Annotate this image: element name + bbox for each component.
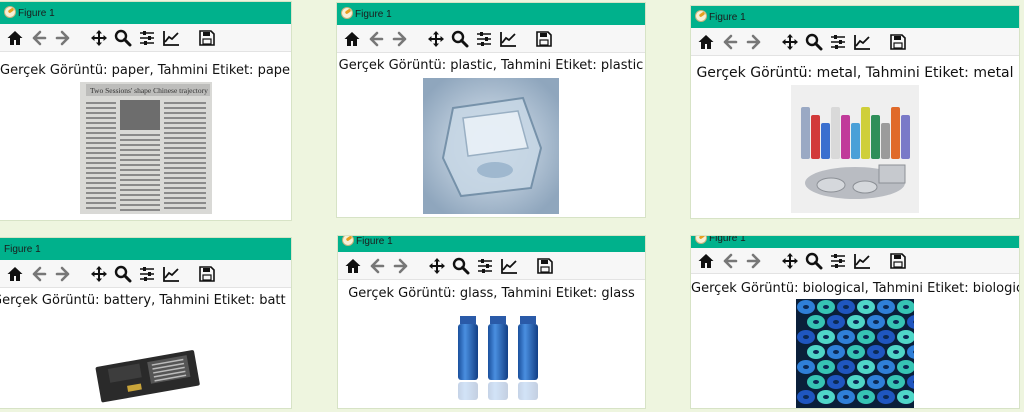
matplotlib-logo-icon bbox=[695, 236, 707, 244]
figure-caption: Gerçek Görüntü: metal, Tahmini Etiket: m… bbox=[696, 65, 1014, 81]
zoom-icon[interactable] bbox=[805, 252, 823, 270]
figure-window-5: Figure 1 Gerçek Görüntü: glass, Tahmini … bbox=[338, 236, 645, 408]
pan-icon[interactable] bbox=[90, 29, 108, 47]
window-title: Figure 1 bbox=[356, 236, 393, 247]
configure-subplots-icon[interactable] bbox=[138, 29, 156, 47]
forward-icon[interactable] bbox=[392, 257, 410, 275]
pan-icon[interactable] bbox=[427, 30, 445, 48]
window-title: Figure 1 bbox=[18, 7, 55, 19]
configure-subplots-icon[interactable] bbox=[829, 33, 847, 51]
edit-axis-icon[interactable] bbox=[162, 29, 180, 47]
home-icon[interactable] bbox=[343, 30, 361, 48]
home-icon[interactable] bbox=[6, 29, 24, 47]
configure-subplots-icon[interactable] bbox=[829, 252, 847, 270]
save-icon[interactable] bbox=[889, 252, 907, 270]
pan-icon[interactable] bbox=[90, 265, 108, 283]
edit-axis-icon[interactable] bbox=[162, 265, 180, 283]
save-icon[interactable] bbox=[535, 30, 553, 48]
glass-bottles-photo bbox=[446, 310, 550, 408]
plastic-container-photo bbox=[423, 78, 559, 214]
home-icon[interactable] bbox=[697, 252, 715, 270]
figure-window-1: Figure 1 Gerçek Görüntü: paper, Tahmini … bbox=[0, 2, 291, 220]
figure-window-3: Figure 1 Gerçek Görüntü: metal, Tahmini … bbox=[691, 6, 1019, 218]
matplotlib-logo-icon bbox=[695, 10, 707, 22]
back-icon[interactable] bbox=[367, 30, 385, 48]
battery-photo bbox=[88, 338, 210, 408]
home-icon[interactable] bbox=[697, 33, 715, 51]
back-icon[interactable] bbox=[30, 29, 48, 47]
forward-icon[interactable] bbox=[54, 265, 72, 283]
back-icon[interactable] bbox=[721, 252, 739, 270]
back-icon[interactable] bbox=[721, 33, 739, 51]
svg-text:Two Sessions' shape Chinese tr: Two Sessions' shape Chinese trajectory bbox=[90, 86, 208, 95]
metal-cans-photo bbox=[791, 85, 919, 213]
figure-caption: Gerçek Görüntü: battery, Tahmini Etiket:… bbox=[0, 293, 286, 308]
figure-window-2: Figure 1 Gerçek Görüntü: plastic, Tahmin… bbox=[337, 3, 645, 217]
save-icon[interactable] bbox=[889, 33, 907, 51]
biological-photo bbox=[796, 299, 914, 408]
zoom-icon[interactable] bbox=[805, 33, 823, 51]
figure-window-4: Figure 1 Gerçek Görüntü: battery, Tahmin… bbox=[0, 238, 291, 408]
title-bar[interactable]: Figure 1 bbox=[691, 236, 1019, 248]
figure-caption: Gerçek Görüntü: paper, Tahmini Etiket: p… bbox=[0, 63, 291, 78]
navigation-toolbar bbox=[338, 252, 645, 280]
navigation-toolbar bbox=[691, 28, 1019, 56]
matplotlib-logo-icon bbox=[342, 236, 354, 246]
home-icon[interactable] bbox=[344, 257, 362, 275]
configure-subplots-icon[interactable] bbox=[138, 265, 156, 283]
zoom-icon[interactable] bbox=[114, 265, 132, 283]
title-bar[interactable]: Figure 1 bbox=[337, 3, 645, 25]
zoom-icon[interactable] bbox=[451, 30, 469, 48]
save-icon[interactable] bbox=[198, 265, 216, 283]
matplotlib-logo-icon bbox=[341, 7, 353, 19]
navigation-toolbar bbox=[337, 25, 645, 53]
save-icon[interactable] bbox=[198, 29, 216, 47]
figure-window-6: Figure 1 Gerçek Görüntü: biological, Tah… bbox=[691, 236, 1019, 408]
title-bar[interactable]: Figure 1 bbox=[0, 238, 291, 260]
window-title: Figure 1 bbox=[4, 243, 41, 255]
pan-icon[interactable] bbox=[781, 252, 799, 270]
navigation-toolbar bbox=[691, 248, 1019, 274]
zoom-icon[interactable] bbox=[452, 257, 470, 275]
figure-caption: Gerçek Görüntü: glass, Tahmini Etiket: g… bbox=[348, 286, 635, 301]
edit-axis-icon[interactable] bbox=[500, 257, 518, 275]
home-icon[interactable] bbox=[6, 265, 24, 283]
window-title: Figure 1 bbox=[709, 236, 746, 244]
configure-subplots-icon[interactable] bbox=[475, 30, 493, 48]
save-icon[interactable] bbox=[536, 257, 554, 275]
title-bar[interactable]: Figure 1 bbox=[338, 236, 645, 252]
window-title: Figure 1 bbox=[709, 11, 746, 23]
forward-icon[interactable] bbox=[391, 30, 409, 48]
back-icon[interactable] bbox=[368, 257, 386, 275]
matplotlib-logo-icon bbox=[4, 6, 16, 18]
back-icon[interactable] bbox=[30, 265, 48, 283]
figure-caption: Gerçek Görüntü: biological, Tahmini Etik… bbox=[691, 281, 1019, 296]
pan-icon[interactable] bbox=[781, 33, 799, 51]
edit-axis-icon[interactable] bbox=[499, 30, 517, 48]
pan-icon[interactable] bbox=[428, 257, 446, 275]
figure-caption: Gerçek Görüntü: plastic, Tahmini Etiket:… bbox=[338, 58, 644, 73]
forward-icon[interactable] bbox=[745, 33, 763, 51]
forward-icon[interactable] bbox=[54, 29, 72, 47]
forward-icon[interactable] bbox=[745, 252, 763, 270]
window-title: Figure 1 bbox=[355, 8, 392, 20]
title-bar[interactable]: Figure 1 bbox=[691, 6, 1019, 28]
edit-axis-icon[interactable] bbox=[853, 252, 871, 270]
zoom-icon[interactable] bbox=[114, 29, 132, 47]
navigation-toolbar bbox=[0, 24, 291, 52]
title-bar[interactable]: Figure 1 bbox=[0, 2, 291, 24]
edit-axis-icon[interactable] bbox=[853, 33, 871, 51]
navigation-toolbar bbox=[0, 260, 291, 288]
configure-subplots-icon[interactable] bbox=[476, 257, 494, 275]
newspaper-photo: Two Sessions' shape Chinese trajectory bbox=[80, 82, 212, 214]
